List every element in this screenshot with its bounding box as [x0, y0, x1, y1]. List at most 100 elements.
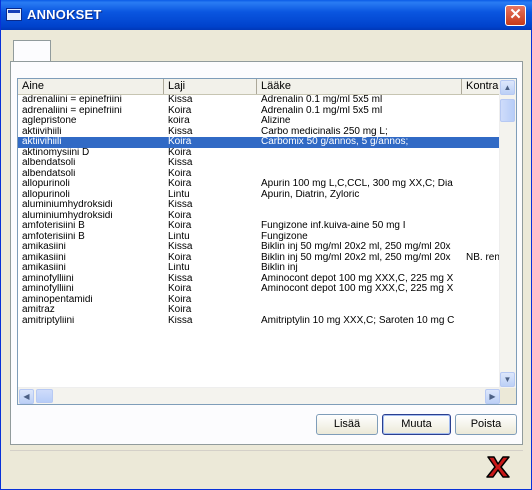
cell-laake	[257, 211, 462, 222]
cell-laji: Lintu	[168, 263, 190, 273]
delete-button[interactable]: Poista	[455, 414, 517, 435]
scroll-up-button[interactable]: ▲	[500, 80, 515, 95]
cell-aine: aglepristone	[22, 116, 77, 126]
scroll-left-button[interactable]: ◀	[19, 389, 34, 404]
cell-laji: Koira	[168, 221, 192, 231]
cell-laji: Koira	[168, 147, 192, 158]
column-header-laake[interactable]: Lääke	[257, 79, 462, 94]
cell-kontra	[462, 263, 501, 274]
table-row[interactable]: amikasiini Kissa Biklin inj 50 mg/ml 20x2 …	[18, 242, 501, 253]
horizontal-scrollbar[interactable]: ◀ ▶	[18, 387, 501, 404]
scrollbar-corner	[500, 388, 516, 404]
annokset-window: ANNOKSET ✕ Aine Laji Lääke Kontra adrena…	[0, 0, 532, 490]
cell-laji: Koira	[168, 252, 192, 263]
app-icon	[6, 8, 22, 21]
vertical-scroll-thumb[interactable]	[500, 99, 515, 122]
table-row[interactable]: adrenaliini = epinefriini Kissa Adrenalin …	[18, 95, 501, 106]
table-row[interactable]: aluminiumhydroksidi Koira	[18, 211, 501, 222]
cell-laake	[257, 169, 462, 180]
cell-laji: Kissa	[168, 158, 193, 168]
table-row[interactable]: amitriptyliini Kissa Amitriptylin 10 mg XX…	[18, 316, 501, 327]
cell-kontra	[462, 305, 501, 316]
add-button[interactable]: Lisää	[316, 414, 378, 435]
tab-empty[interactable]	[13, 40, 51, 62]
cell-laake: Alizine	[261, 116, 291, 126]
table-row[interactable]: aktiivihiili Koira Carbomix 50 g/annos, 5 …	[18, 137, 501, 148]
table-row[interactable]: amikasiini Lintu Biklin inj	[18, 263, 501, 274]
cell-laake	[257, 148, 462, 159]
cell-kontra	[462, 211, 501, 222]
cell-laake: Carbo medicinalis 250 mg L;	[261, 126, 388, 137]
cell-kontra	[462, 274, 501, 285]
footer-bar	[10, 450, 523, 483]
cell-kontra: NB. ren	[466, 252, 500, 263]
horizontal-scroll-thumb[interactable]	[36, 389, 53, 403]
cell-laake: Fungizone	[261, 231, 308, 242]
cell-laake: Aminocont depot 100 mg XXX,C, 225 mg X	[261, 284, 454, 294]
cell-laake: Biklin inj 50 mg/ml 20x2 ml, 250 mg/ml 2…	[261, 242, 451, 252]
cell-aine: amfoterisiini B	[22, 231, 85, 242]
cell-laji: Kissa	[168, 273, 193, 284]
close-button[interactable]: ✕	[505, 5, 526, 26]
cell-aine: amitriptyliini	[22, 315, 75, 326]
cell-aine: amikasiini	[22, 263, 66, 273]
column-header-aine[interactable]: Aine	[18, 79, 164, 94]
cell-kontra	[462, 148, 501, 159]
scroll-down-button[interactable]: ▼	[500, 372, 515, 387]
table-row[interactable]: amitraz Koira	[18, 305, 501, 316]
vertical-scrollbar[interactable]: ▲ ▼	[499, 79, 516, 388]
cell-kontra	[462, 95, 501, 106]
cell-kontra	[462, 242, 501, 253]
cell-laake: Amitriptylin 10 mg XXX,C; Saroten 10 mg …	[261, 315, 455, 326]
table-row[interactable]: aglepristone koira Alizine	[18, 116, 501, 127]
cell-laji: Koira	[168, 210, 192, 221]
cell-kontra	[462, 106, 501, 117]
exit-x-icon[interactable]	[485, 455, 511, 479]
cell-kontra	[462, 232, 501, 243]
scroll-right-button[interactable]: ▶	[485, 389, 500, 404]
cell-kontra	[462, 190, 501, 201]
table-row[interactable]: allopurinoli Koira Apurin 100 mg L,C,CCL, …	[18, 179, 501, 190]
cell-laji: koira	[168, 116, 190, 126]
cell-laji: Koira	[168, 294, 192, 305]
column-header-laji[interactable]: Laji	[164, 79, 257, 94]
cell-laake: Biklin inj	[261, 263, 298, 273]
edit-button[interactable]: Muuta	[382, 414, 451, 435]
cell-laji: Kissa	[168, 200, 193, 210]
cell-laake	[257, 295, 462, 306]
cell-laake	[257, 305, 462, 316]
table-row[interactable]: aminopentamidi Koira	[18, 295, 501, 306]
table-row[interactable]: amfoterisiini B Koira Fungizone inf.kuiva-…	[18, 221, 501, 232]
cell-kontra	[462, 179, 501, 190]
cell-kontra	[462, 200, 501, 211]
cell-laake: Carbomix 50 g/annos, 5 g/annos;	[261, 137, 409, 147]
cell-aine: albendatsoli	[22, 168, 76, 179]
window-title: ANNOKSET	[27, 7, 102, 22]
title-bar[interactable]: ANNOKSET ✕	[1, 0, 532, 30]
cell-aine: aluminiumhydroksidi	[22, 200, 113, 210]
table-row[interactable]: aktiivihiili Kissa Carbo medicinalis 250 m…	[18, 127, 501, 138]
table-row[interactable]: allopurinoli Lintu Apurin, Diatrin, Zylori…	[18, 190, 501, 201]
table-row[interactable]: albendatsoli Kissa	[18, 158, 501, 169]
cell-kontra	[462, 158, 501, 169]
cell-aine: allopurinoli	[22, 179, 70, 189]
table-row[interactable]: amikasiini Koira Biklin inj 50 mg/ml 20x2 …	[18, 253, 501, 264]
table-row[interactable]: aminofylliini Kissa Aminocont depot 100 mg…	[18, 274, 501, 285]
cell-kontra	[462, 169, 501, 180]
dosage-listview[interactable]: Aine Laji Lääke Kontra adrenaliini = epi…	[17, 78, 517, 405]
table-row[interactable]: albendatsoli Koira	[18, 169, 501, 180]
table-row[interactable]: aminofylliini Koira Aminocont depot 100 mg…	[18, 284, 501, 295]
cell-laji: Lintu	[168, 189, 190, 200]
cell-aine: amfoterisiini B	[22, 221, 85, 231]
cell-kontra	[462, 137, 501, 148]
table-row[interactable]: aktinomysiini D Koira	[18, 148, 501, 159]
cell-aine: albendatsoli	[22, 158, 76, 168]
table-row[interactable]: aluminiumhydroksidi Kissa	[18, 200, 501, 211]
column-header-kontra[interactable]: Kontra	[462, 79, 501, 94]
cell-laake: Adrenalin 0.1 mg/ml 5x5 ml	[261, 95, 383, 105]
cell-laji: Kissa	[168, 315, 193, 326]
cell-aine: aminopentamidi	[22, 294, 93, 305]
table-row[interactable]: adrenaliini = epinefriini Koira Adrenalin …	[18, 106, 501, 117]
table-row[interactable]: amfoterisiini B Lintu Fungizone	[18, 232, 501, 243]
cell-laake: Apurin 100 mg L,C,CCL, 300 mg XX,C; Dia	[261, 179, 453, 189]
